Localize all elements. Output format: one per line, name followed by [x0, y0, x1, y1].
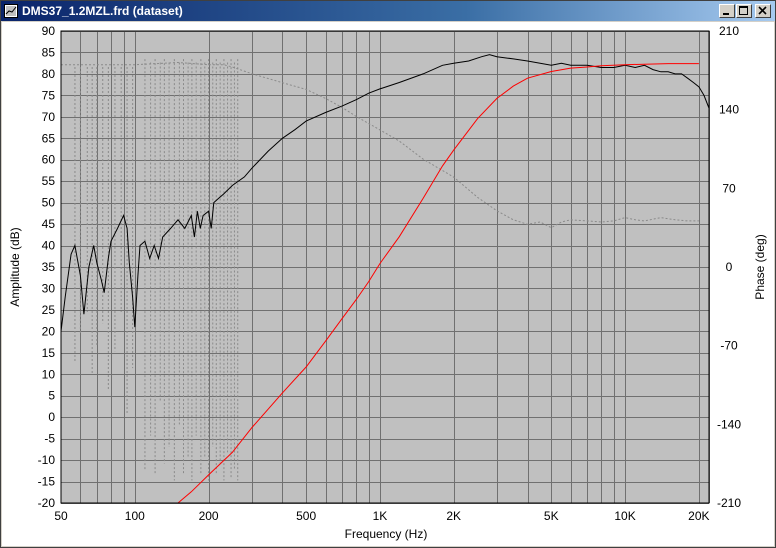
x-axis-label: Frequency (Hz): [345, 527, 428, 541]
y-tick-label: 50: [42, 196, 56, 210]
y-tick-label: 0: [48, 410, 55, 424]
x-tick-label: 50: [54, 509, 68, 523]
y-tick-label: 75: [42, 88, 56, 102]
y-tick-label: 60: [42, 153, 56, 167]
x-tick-label: 500: [296, 509, 316, 523]
y-tick-label: 30: [42, 281, 56, 295]
y-tick-label: 20: [42, 324, 56, 338]
y-tick-label: 55: [42, 174, 56, 188]
y-tick-label: 65: [42, 131, 56, 145]
graph-doc-icon[interactable]: [4, 4, 18, 18]
y-tick-label: 10: [42, 367, 56, 381]
close-button[interactable]: [755, 4, 771, 18]
y-tick-label: -20: [38, 496, 56, 510]
y-tick-label: 85: [42, 45, 56, 59]
app-window: DMS37_1.2MZL.frd (dataset) 50 100 200 500 1: [0, 0, 776, 548]
y2-tick-label: -70: [720, 339, 738, 353]
y-tick-label: 40: [42, 239, 56, 253]
y-tick-label: -5: [44, 432, 55, 446]
minimize-icon: [723, 13, 729, 15]
y2-tick-label: 140: [719, 103, 739, 117]
y2-tick-label: -140: [717, 417, 741, 431]
y-tick-label: 25: [42, 303, 56, 317]
title-bar[interactable]: DMS37_1.2MZL.frd (dataset): [1, 1, 775, 21]
y-axis-label: Amplitude (dB): [8, 227, 22, 306]
y2-tick-label: -210: [717, 496, 741, 510]
chart-area: 50 100 200 500 1K 2K 5K 10K 20K 90 85 80 75 70 65 60 55…: [2, 22, 774, 546]
y2-axis-label: Phase (deg): [753, 234, 767, 299]
x-tick-label: 1K: [373, 509, 388, 523]
maximize-button[interactable]: [736, 4, 752, 18]
y-tick-label: 35: [42, 260, 56, 274]
x-tick-label: 20K: [688, 509, 709, 523]
y-tick-label: 5: [48, 389, 55, 403]
y2-tick-label: 210: [719, 24, 739, 38]
x-tick-labels: 50 100 200 500 1K 2K 5K 10K 20K: [54, 509, 709, 523]
y-tick-label: -15: [38, 475, 56, 489]
x-tick-label: 5K: [544, 509, 559, 523]
x-tick-label: 100: [125, 509, 145, 523]
y-tick-label: 80: [42, 67, 56, 81]
y-tick-label: 90: [42, 24, 56, 38]
y2-tick-labels: 210 140 70 0 -70 -140 -210: [717, 24, 741, 510]
close-icon: [758, 6, 767, 15]
x-tick-label: 2K: [446, 509, 461, 523]
x-tick-label: 200: [199, 509, 219, 523]
y2-tick-label: 0: [726, 260, 733, 274]
y-tick-labels: 908580757065605550454035302520151050-5-1…: [38, 24, 56, 510]
frequency-response-chart: 50 100 200 500 1K 2K 5K 10K 20K 9085807570656055…: [8, 24, 767, 541]
minimize-button[interactable]: [719, 4, 735, 18]
y-tick-label: -10: [38, 453, 56, 467]
y-tick-label: 45: [42, 217, 56, 231]
y2-tick-label: 70: [722, 181, 736, 195]
maximize-icon: [739, 6, 748, 15]
y-tick-label: 70: [42, 110, 56, 124]
x-tick-label: 10K: [614, 509, 635, 523]
y-tick-label: 15: [42, 346, 56, 360]
window-title: DMS37_1.2MZL.frd (dataset): [22, 4, 183, 18]
